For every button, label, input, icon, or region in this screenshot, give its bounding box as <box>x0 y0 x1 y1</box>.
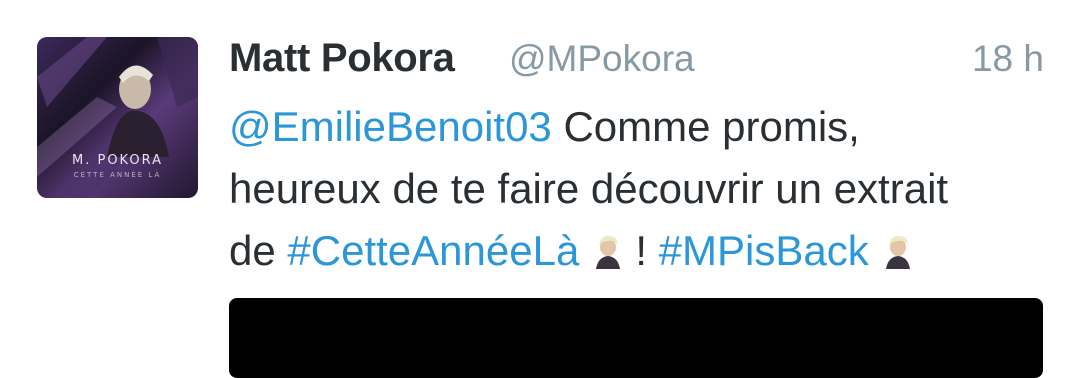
tweet-timestamp[interactable]: 18 h <box>972 38 1044 80</box>
tweet-text: @EmilieBenoit03 Comme promis, heureux de … <box>229 96 1049 282</box>
tweet-text-part: de <box>229 227 288 274</box>
avatar[interactable]: M. POKORA CETTE ANNÉE LÀ <box>37 37 198 198</box>
person-blond-hair-emoji-icon <box>593 224 623 269</box>
album-subtitle: CETTE ANNÉE LÀ <box>73 171 162 179</box>
tweet-text-part: ! <box>635 227 659 274</box>
mention-link[interactable]: @EmilieBenoit03 <box>229 103 552 150</box>
person-blond-hair-emoji-icon <box>883 224 913 269</box>
tweet-text-part: heureux de te faire découvrir un extrait <box>229 165 949 212</box>
album-title: M. POKORA <box>72 153 163 168</box>
hashtag-link[interactable]: #MPisBack <box>659 227 869 274</box>
tweet-header: Matt Pokora @MPokora 18 h <box>229 36 1044 86</box>
author-handle[interactable]: @MPokora <box>509 38 695 80</box>
hashtag-link[interactable]: #CetteAnnéeLà <box>287 227 579 274</box>
author-name[interactable]: Matt Pokora <box>229 36 455 81</box>
tweet-text-part: Comme promis, <box>551 103 860 150</box>
media-preview[interactable] <box>229 298 1043 378</box>
